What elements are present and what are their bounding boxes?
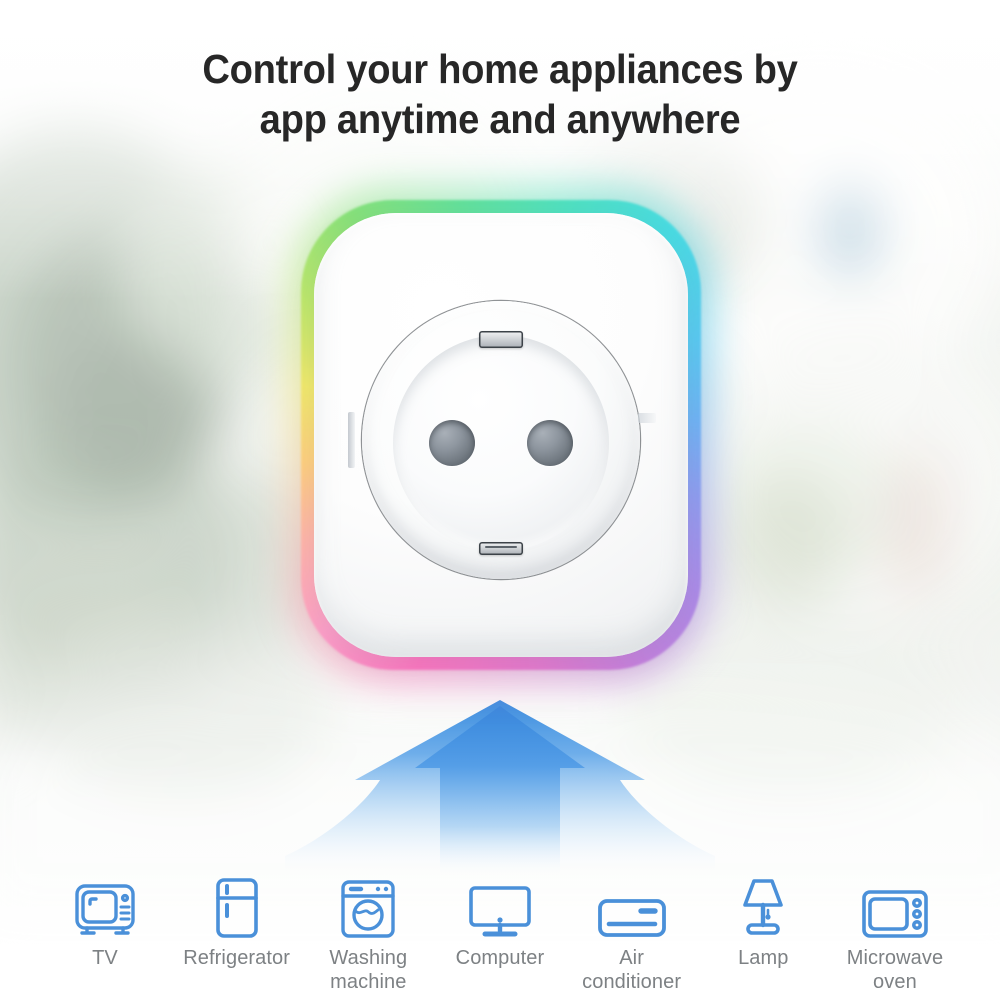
appliance-label-computer: Computer [455,947,545,969]
appliance-item-tv[interactable]: TV [46,873,164,970]
earth-clip-bottom-icon [479,541,523,555]
refrigerator-icon [215,873,259,939]
appliance-label-tv: TV [92,947,118,969]
product-banner: Control your home appliances by app anyt… [0,0,1000,1000]
headline-line-1: Control your home appliances by [202,46,798,92]
appliance-list: TV Refrigerator Washing machine Computer… [0,873,1000,994]
appliance-label-air-conditioner: Air conditioner [582,947,682,993]
appliance-item-refrigerator[interactable]: Refrigerator [178,873,296,970]
computer-icon [468,873,532,939]
appliance-label-refrigerator: Refrigerator [183,947,291,969]
headline: Control your home appliances by app anyt… [0,44,1000,144]
socket-recess [348,301,656,579]
appliance-item-washing-machine[interactable]: Washing machine [309,873,427,994]
appliance-item-lamp[interactable]: Lamp [704,873,822,970]
socket-guide-notch-right [638,412,656,423]
socket-face [393,330,609,555]
socket-guide-notch-left [348,412,355,468]
appliance-label-microwave-oven: Microwave oven [846,947,944,993]
appliance-item-microwave-oven[interactable]: Microwave oven [836,873,954,994]
socket-pin-hole-left [429,419,475,466]
appliance-label-washing-machine: Washing machine [329,947,408,993]
headline-line-2: app anytime and anywhere [259,96,741,142]
upward-flow-arrow [285,688,715,878]
washing-machine-icon [340,873,396,939]
smart-plug-product [287,186,715,684]
socket-pin-hole-right [527,419,573,466]
appliance-label-lamp: Lamp [738,947,789,969]
plug-body [314,213,688,657]
microwave-oven-icon [861,873,929,939]
air-conditioner-icon [597,873,667,939]
tv-icon [74,873,136,939]
appliance-item-computer[interactable]: Computer [441,873,559,970]
appliance-item-air-conditioner[interactable]: Air conditioner [573,873,691,994]
earth-clip-top-icon [479,330,523,348]
lamp-icon [737,873,789,939]
